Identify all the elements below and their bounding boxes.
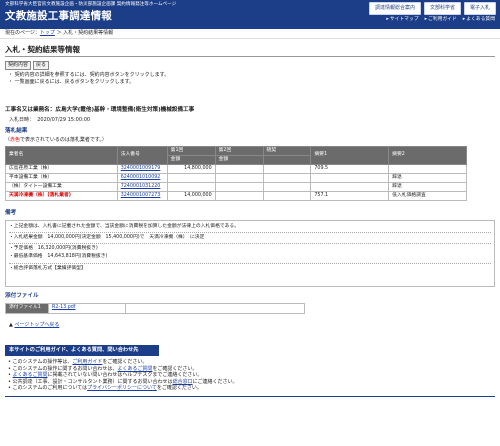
- col-round2-amount: 金額: [214, 154, 264, 165]
- remarks-box: ・上記金額は、入札書に記載された金額で、当該金額に消費税を加算した金額が法律上の…: [5, 219, 495, 287]
- table-row: （株）タイト一設備工業 7240001031220 辞退: [5, 181, 467, 192]
- faq-link[interactable]: よくあるご質問: [117, 366, 152, 372]
- note2: 辞退: [388, 172, 467, 183]
- page-top-link[interactable]: ▲ ページトップへ戻る: [9, 322, 500, 328]
- remark-line: ・総合評価落札方式【業績評価型】: [9, 265, 86, 271]
- guide-link[interactable]: ▸ご利用ガイド: [425, 17, 457, 23]
- back-button[interactable]: 戻る: [33, 61, 50, 71]
- arrow-right-icon: ▸: [386, 17, 389, 22]
- divider: [5, 56, 495, 58]
- header-buttons: 調達情報総合案内 文部科学省 電子入札: [368, 2, 496, 15]
- bid-date: 入札日時： 2020/07/29 15:00:00: [9, 117, 91, 124]
- col-zuikei: 随契: [262, 145, 312, 156]
- table-header-row: 業者名 法人番号 第1回 第2回 随契 摘要1 摘要2: [5, 145, 467, 165]
- remark-line: ・上記金額は、入札書に記載された金額で、当該金額に消費税を加算した金額が法律上の…: [9, 223, 240, 229]
- attachments-heading: 添付ファイル: [5, 292, 39, 299]
- header-links: ▸サイトマップ ▸ご利用ガイド ▸よくある質問: [386, 17, 495, 23]
- arrow-right-icon: ▸: [424, 17, 427, 22]
- zuikei-value: [262, 181, 312, 192]
- remarks-heading: 備考: [5, 209, 17, 216]
- corp-number-link[interactable]: 3240001007273: [121, 193, 161, 198]
- company-name: 広島荏原工業（株）: [5, 163, 118, 174]
- note1: 757.1: [310, 190, 390, 201]
- col-round1: 第1回: [166, 145, 216, 156]
- page-title: 入札・契約結果等情報: [5, 45, 80, 54]
- faq-link[interactable]: よくあるご質問: [13, 372, 48, 378]
- note2: 低入札価格調査: [388, 190, 467, 201]
- breadcrumb: 現在のページ：トップ ＞ 入札・契約結果等情報: [0, 29, 500, 39]
- corp-number-link[interactable]: 6240001010092: [121, 175, 161, 180]
- winner-note: （赤色で表示されているのは落札業者です。）: [5, 136, 107, 143]
- round2-amount: [214, 172, 264, 183]
- contact-link[interactable]: 総合窓口: [173, 379, 193, 385]
- arrow-up-icon: ▲: [9, 321, 13, 328]
- attachment-empty-cell: [125, 302, 305, 314]
- results-heading: 落札結果: [5, 127, 28, 134]
- project-name: 工事名又は業務名：広島大学(霞他)基幹・環境整備(衛生対策)機械設備工事: [5, 107, 195, 114]
- results-table: 業者名 法人番号 第1回 第2回 随契 摘要1 摘要2 金額 金額 広島荏原工業…: [5, 145, 467, 201]
- attachments-table: 添付ファイル1 R2-13.pdf: [5, 302, 305, 314]
- faq-link[interactable]: ▸よくある質問: [463, 17, 495, 23]
- e-bidding-button[interactable]: 電子入札: [463, 2, 496, 15]
- remark-line: ・最低基準価格 14,643,818円(消費税抜き): [9, 254, 108, 260]
- instructions: ・ 契約内容の詳細を参照するには、契約内容ボタンをクリックします。 ・ 一覧画面…: [8, 72, 500, 85]
- table-row: 平本設備工業（株） 6240001010092 辞退: [5, 172, 467, 183]
- instruction-line: ・ 一覧画面に戻るには、戻るボタンをクリックします。: [8, 78, 135, 85]
- corp-number-link[interactable]: 7240001031220: [121, 184, 161, 189]
- remark-line: ・予定価格 16,320,000円(消費税抜き): [9, 246, 98, 252]
- mext-button[interactable]: 文部科学省: [423, 2, 461, 15]
- sitemap-link[interactable]: ▸サイトマップ: [386, 17, 418, 23]
- remark-line: ・入札結果金額 14,000,000円(決定金額 15,400,000円)で 天…: [9, 235, 205, 241]
- round1-amount: 14,000,000: [166, 190, 216, 201]
- table-row: 広島荏原工業（株） 3240001009179 14,800,000 709.5: [5, 163, 467, 174]
- arrow-right-icon: ▸: [462, 17, 466, 22]
- note1: [310, 181, 390, 192]
- divider: [9, 243, 491, 245]
- breadcrumb-top-link[interactable]: トップ: [40, 30, 55, 36]
- note2: [388, 163, 467, 174]
- company-name: 天満冷凍機（株）(落札業者): [5, 190, 118, 201]
- company-name: 平本設備工業（株）: [5, 172, 118, 183]
- table-row-winner: 天満冷凍機（株）(落札業者) 3240001007273 14,000,000 …: [5, 190, 467, 201]
- round2-amount: [214, 181, 264, 192]
- col-round2: 第2回: [214, 145, 264, 156]
- zuikei-value: [262, 172, 312, 183]
- col-company: 業者名: [5, 145, 118, 165]
- round2-amount: [214, 190, 264, 201]
- note2: 辞退: [388, 181, 467, 192]
- site-header: 文部科学省大臣官房文教施設企画・防災部施設企画課 契約情報発注等ホームページ 文…: [0, 0, 500, 29]
- note1: 709.5: [310, 163, 390, 174]
- footer-item: • このシステムのご利用についてはプライバシーポリシーについてをご確認ください。: [8, 385, 202, 392]
- procurement-guide-button[interactable]: 調達情報総合案内: [368, 2, 421, 15]
- breadcrumb-current: 入札・契約結果等情報: [63, 30, 114, 36]
- col-corp-number: 法人番号: [116, 145, 168, 165]
- note1: [310, 172, 390, 183]
- col-zuikei-blank: [262, 154, 312, 165]
- footer-heading: 本サイトのご利用ガイド、よくある質問、問い合わせ先: [5, 345, 159, 357]
- zuikei-value: [262, 190, 312, 201]
- corp-number-link[interactable]: 3240001009179: [121, 166, 161, 171]
- guide-link[interactable]: ご利用ガイド: [72, 359, 102, 365]
- footer-list: • このシステムの操作等は、ご利用ガイドをご確認ください。 • このシステムの操…: [8, 359, 500, 392]
- privacy-link[interactable]: プライバシーポリシーについて: [87, 385, 157, 391]
- round1-amount: [166, 172, 216, 183]
- divider: [9, 262, 491, 264]
- org-name: 文部科学省大臣官房文教施設企画・防災部施設企画課 契約情報発注等ホームページ: [5, 2, 177, 7]
- col-note1: 摘要1: [310, 145, 390, 165]
- attachment-label: 添付ファイル1: [5, 302, 49, 314]
- attachment-row: 添付ファイル1 R2-13.pdf: [5, 302, 305, 314]
- col-round1-amount: 金額: [166, 154, 216, 165]
- footer-divider: [5, 395, 495, 397]
- round1-amount: 14,800,000: [166, 163, 216, 174]
- site-title[interactable]: 文教施設工事調達情報: [5, 10, 112, 23]
- zuikei-value: [262, 163, 312, 174]
- action-buttons: 契約内容 戻る: [5, 61, 500, 71]
- contract-details-button[interactable]: 契約内容: [5, 61, 32, 71]
- round1-amount: [166, 181, 216, 192]
- divider: [9, 232, 491, 234]
- company-name: （株）タイト一設備工業: [5, 181, 118, 192]
- attachment-file-link[interactable]: R2-13.pdf: [52, 305, 76, 310]
- round2-amount: [214, 163, 264, 174]
- col-note2: 摘要2: [388, 145, 467, 165]
